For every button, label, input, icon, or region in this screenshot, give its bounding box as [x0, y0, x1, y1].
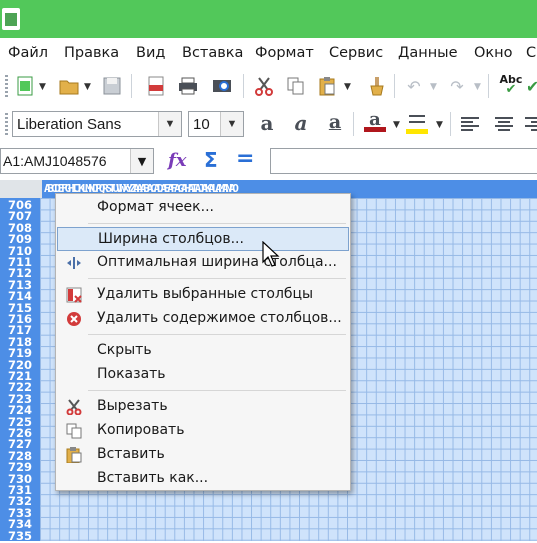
- open-folder-icon[interactable]: [58, 75, 80, 97]
- ctx-label: Удалить содержимое столбцов...: [97, 310, 342, 326]
- highlight-color-icon[interactable]: [406, 112, 428, 134]
- menu-window[interactable]: Окно: [474, 45, 513, 61]
- clone-formatting-icon[interactable]: [365, 75, 387, 97]
- toolbar-grip[interactable]: [5, 113, 8, 135]
- spellcheck-icon[interactable]: Abc ✔: [497, 74, 525, 96]
- chevron-down-icon[interactable]: ▼: [130, 149, 153, 173]
- paste-dropdown-icon[interactable]: ▼: [344, 82, 352, 92]
- ctx-paste-special[interactable]: Вставить как...: [57, 467, 349, 491]
- menu-tools[interactable]: Сервис: [329, 45, 383, 61]
- ctx-cut[interactable]: Вырезать: [57, 395, 349, 419]
- sum-icon[interactable]: Σ: [204, 148, 218, 172]
- column-context-menu: Формат ячеек... Ширина столбцов... Оптим…: [55, 193, 351, 491]
- font-name-combo[interactable]: Liberation Sans ▼: [12, 111, 182, 137]
- ctx-label: Вставить как...: [97, 470, 209, 486]
- ctx-label: Показать: [97, 366, 166, 382]
- toolbar-grip[interactable]: [5, 75, 8, 97]
- underline-icon[interactable]: a: [324, 111, 346, 133]
- clear-contents-icon: [66, 311, 82, 327]
- new-dropdown-icon[interactable]: ▼: [39, 82, 47, 92]
- ctx-label: Оптимальная ширина столбца...: [97, 254, 337, 270]
- select-all-corner[interactable]: [0, 180, 43, 199]
- ctx-label: Формат ячеек...: [97, 199, 214, 215]
- undo-dropdown-icon[interactable]: ▼: [430, 82, 438, 92]
- redo-icon[interactable]: ↷: [446, 75, 468, 97]
- ctx-label: Скрыть: [97, 342, 152, 358]
- copy-icon: [66, 423, 82, 439]
- ctx-clear-contents[interactable]: Удалить содержимое столбцов...: [57, 307, 349, 331]
- formula-bar: A1:AMJ1048576 ▼ fx Σ =: [0, 146, 537, 176]
- menu-file[interactable]: Файл: [8, 45, 48, 61]
- menu-insert[interactable]: Вставка: [182, 45, 243, 61]
- row-number[interactable]: 735: [8, 530, 38, 542]
- standard-toolbar: ▼ ▼ ▼ ↶ ▼ ↷ ▼ Abc ✔ ✔: [0, 68, 537, 104]
- ctx-label: Вырезать: [97, 398, 168, 414]
- new-document-icon[interactable]: [14, 75, 36, 97]
- name-box[interactable]: A1:AMJ1048576 ▼: [0, 148, 154, 174]
- highlight-dropdown-icon[interactable]: ▼: [436, 120, 444, 130]
- menu-help[interactable]: С: [526, 45, 536, 61]
- open-dropdown-icon[interactable]: ▼: [84, 82, 92, 92]
- ctx-label: Удалить выбранные столбцы: [97, 286, 314, 302]
- paste-icon[interactable]: [316, 75, 338, 97]
- delete-columns-icon: [66, 287, 82, 303]
- font-color-dropdown-icon[interactable]: ▼: [393, 120, 401, 130]
- align-center-icon[interactable]: [493, 113, 515, 135]
- title-bar: [0, 0, 537, 38]
- print-icon[interactable]: [177, 75, 199, 97]
- mouse-cursor-icon: [262, 241, 280, 267]
- copy-icon[interactable]: [285, 75, 307, 97]
- font-size-value: 10: [193, 116, 210, 133]
- ctx-copy[interactable]: Копировать: [57, 419, 349, 443]
- font-name-value: Liberation Sans: [17, 116, 122, 133]
- redo-dropdown-icon[interactable]: ▼: [474, 82, 482, 92]
- menu-bar: Файл Правка Вид Вставка Формат Сервис Да…: [0, 40, 537, 68]
- scissors-icon: [66, 399, 82, 416]
- ctx-show[interactable]: Показать: [57, 363, 349, 387]
- ctx-hide[interactable]: Скрыть: [57, 339, 349, 363]
- formula-equals-icon[interactable]: =: [236, 146, 254, 171]
- menu-edit[interactable]: Правка: [64, 45, 119, 61]
- export-pdf-icon[interactable]: [145, 75, 167, 97]
- ctx-optimal-width[interactable]: Оптимальная ширина столбца...: [57, 251, 349, 275]
- align-right-icon[interactable]: [525, 113, 537, 135]
- menu-data[interactable]: Данные: [398, 45, 458, 61]
- menu-format[interactable]: Формат: [255, 45, 314, 61]
- undo-icon[interactable]: ↶: [403, 75, 425, 97]
- menu-view[interactable]: Вид: [136, 45, 165, 61]
- paste-icon: [66, 447, 82, 464]
- ctx-label: Вставить: [97, 446, 165, 462]
- chevron-down-icon[interactable]: ▼: [158, 112, 181, 136]
- formatting-toolbar: Liberation Sans ▼ 10 ▼ a a a a ▼ ▼: [0, 106, 537, 142]
- chevron-down-icon[interactable]: ▼: [220, 112, 243, 136]
- calc-app-icon: [2, 8, 20, 30]
- bold-icon[interactable]: a: [256, 111, 278, 135]
- name-box-value: A1:AMJ1048576: [3, 153, 107, 169]
- align-left-icon[interactable]: [461, 113, 483, 135]
- print-preview-icon[interactable]: [211, 75, 233, 97]
- ctx-paste[interactable]: Вставить: [57, 443, 349, 467]
- cut-icon[interactable]: [253, 75, 275, 97]
- row-headers[interactable]: 706 707 708 709 710 711 712 713 714 715 716 717 718 7…: [0, 198, 40, 541]
- save-icon[interactable]: [101, 75, 123, 97]
- optimal-width-icon: [66, 255, 82, 271]
- ctx-label: Ширина столбцов...: [98, 231, 244, 247]
- autospell-icon[interactable]: ✔: [528, 75, 537, 97]
- function-wizard-icon[interactable]: fx: [168, 150, 186, 171]
- formula-input[interactable]: [270, 148, 537, 174]
- ctx-format-cells[interactable]: Формат ячеек...: [57, 196, 349, 220]
- italic-icon[interactable]: a: [290, 111, 312, 135]
- ctx-delete-columns[interactable]: Удалить выбранные столбцы: [57, 283, 349, 307]
- font-color-icon[interactable]: a: [364, 110, 386, 133]
- ctx-column-width[interactable]: Ширина столбцов...: [57, 227, 349, 251]
- font-size-combo[interactable]: 10 ▼: [188, 111, 244, 137]
- ctx-label: Копировать: [97, 422, 185, 438]
